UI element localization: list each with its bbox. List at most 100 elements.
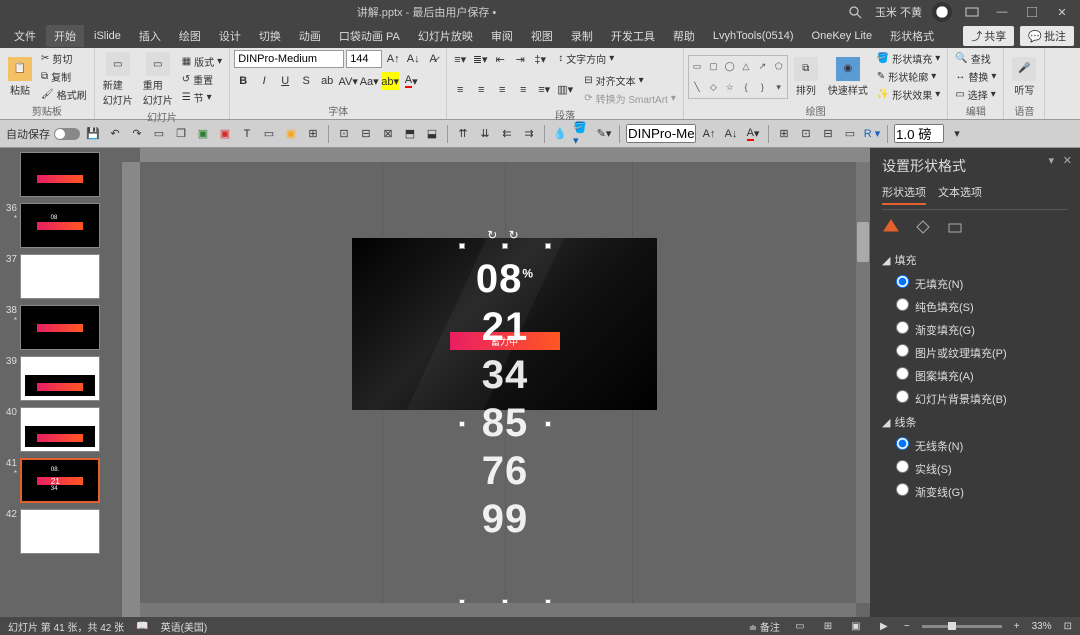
replace-button[interactable]: ↔ 替换 ▾ xyxy=(952,68,999,85)
font-size-input[interactable] xyxy=(346,50,382,68)
slide-thumbnail-panel[interactable]: 36*08 37 38* 39 40 41*08.2134 42 xyxy=(0,148,122,617)
fill-line-icon[interactable] xyxy=(882,218,900,236)
tab-developer[interactable]: 开发工具 xyxy=(603,25,663,47)
qat-icon-17[interactable]: ⇉ xyxy=(520,125,538,143)
qat-icon-22[interactable]: ⊟ xyxy=(819,125,837,143)
line-solid[interactable]: 实线(S) xyxy=(896,457,1068,480)
paste-button[interactable]: 📋粘贴 xyxy=(4,55,36,99)
line-gradient[interactable]: 渐变线(G) xyxy=(896,480,1068,503)
quickstyle-button[interactable]: ◉快速样式 xyxy=(824,55,872,99)
shadow-button[interactable]: ab xyxy=(318,72,336,90)
fill-none[interactable]: 无填充(N) xyxy=(896,272,1068,295)
qat-fontcolor-icon[interactable]: A▾ xyxy=(744,125,762,143)
sorter-view-icon[interactable]: ⊞ xyxy=(820,619,836,633)
tab-insert[interactable]: 插入 xyxy=(131,25,169,47)
fill-pattern[interactable]: 图案填充(A) xyxy=(896,364,1068,387)
tab-design[interactable]: 设计 xyxy=(211,25,249,47)
qat-icon-10[interactable]: ⊟ xyxy=(357,125,375,143)
slide-canvas[interactable]: 蓄力中 08% 21 34 85 76 99 ↻ ↻ xyxy=(122,148,870,617)
layout-button[interactable]: ▦ 版式 ▾ xyxy=(179,53,225,70)
tab-file[interactable]: 文件 xyxy=(6,25,44,47)
fill-gradient[interactable]: 渐变填充(G) xyxy=(896,318,1068,341)
strike-button[interactable]: S xyxy=(297,72,315,90)
tab-text-options[interactable]: 文本选项 xyxy=(938,184,982,205)
tab-slideshow[interactable]: 幻灯片放映 xyxy=(410,25,481,47)
slideshow-view-icon[interactable]: ▶ xyxy=(876,619,892,633)
line-none[interactable]: 无线条(N) xyxy=(896,434,1068,457)
qat-icon-13[interactable]: ⬓ xyxy=(423,125,441,143)
qat-fontsize-down-icon[interactable]: A↓ xyxy=(722,125,740,143)
spacing-button[interactable]: AV▾ xyxy=(339,72,357,90)
search-icon[interactable] xyxy=(845,2,865,22)
qat-icon-3[interactable]: ▣ xyxy=(194,125,212,143)
align-center-icon[interactable]: ≡ xyxy=(472,81,490,99)
user-avatar[interactable] xyxy=(932,2,952,22)
tab-view[interactable]: 视图 xyxy=(523,25,561,47)
slide-thumb[interactable] xyxy=(20,356,100,401)
align-text-button[interactable]: ⊟ 对齐文本 ▾ xyxy=(581,72,679,89)
minimize-icon[interactable]: — xyxy=(992,2,1012,22)
tab-pa[interactable]: 口袋动画 PA xyxy=(331,25,408,47)
arrange-button[interactable]: ⧉排列 xyxy=(790,55,822,99)
text-box[interactable]: 08% 21 34 85 76 99 xyxy=(467,255,543,543)
qat-stroke-input[interactable] xyxy=(894,124,944,143)
tab-home[interactable]: 开始 xyxy=(46,25,84,47)
select-button[interactable]: ▭ 选择 ▾ xyxy=(952,86,999,103)
qat-icon-21[interactable]: ⊡ xyxy=(797,125,815,143)
qat-icon-16[interactable]: ⇇ xyxy=(498,125,516,143)
qat-icon-1[interactable]: ▭ xyxy=(150,125,168,143)
indent-icon[interactable]: ⇥ xyxy=(511,50,529,68)
share-button[interactable]: ⤴ 共享 xyxy=(963,26,1014,46)
underline-button[interactable]: U xyxy=(276,72,294,90)
font-color-button[interactable]: A▾ xyxy=(402,72,420,90)
notes-button[interactable]: ≐ 备注 xyxy=(749,619,780,634)
zoom-in-icon[interactable]: + xyxy=(1014,621,1020,632)
tab-onekey[interactable]: OneKey Lite xyxy=(804,27,881,45)
language[interactable]: 英语(美国) xyxy=(161,619,208,634)
copy-button[interactable]: ⧉ 复制 xyxy=(38,68,90,85)
shape-outline-button[interactable]: ✎ 形状轮廓 ▾ xyxy=(874,68,943,85)
section-button[interactable]: ☰ 节 ▾ xyxy=(179,89,225,106)
decrease-font-icon[interactable]: A↓ xyxy=(404,50,422,68)
qat-icon-12[interactable]: ⬒ xyxy=(401,125,419,143)
outdent-icon[interactable]: ⇤ xyxy=(491,50,509,68)
tab-shape-options[interactable]: 形状选项 xyxy=(882,184,926,205)
numbering-icon[interactable]: ≣▾ xyxy=(471,50,489,68)
qat-icon-9[interactable]: ⊡ xyxy=(335,125,353,143)
dictate-button[interactable]: 🎤听写 xyxy=(1008,55,1040,99)
tab-lvyh[interactable]: LvyhTools(0514) xyxy=(705,27,802,45)
spellcheck-icon[interactable]: 📖 xyxy=(136,621,148,632)
qat-outline-icon[interactable]: ✎▾ xyxy=(595,125,613,143)
align-right-icon[interactable]: ≡ xyxy=(493,81,511,99)
qat-icon-11[interactable]: ⊠ xyxy=(379,125,397,143)
cut-button[interactable]: ✂ 剪切 xyxy=(38,50,90,67)
fill-section[interactable]: ◢ 填充 xyxy=(882,248,1068,272)
highlight-button[interactable]: ab▾ xyxy=(381,72,399,90)
maximize-icon[interactable] xyxy=(1022,2,1042,22)
qat-icon-7[interactable]: ▣ xyxy=(282,125,300,143)
qat-icon-20[interactable]: ⊞ xyxy=(775,125,793,143)
clear-format-icon[interactable]: A̷ xyxy=(424,50,442,68)
qat-icon-14[interactable]: ⇈ xyxy=(454,125,472,143)
zoom-level[interactable]: 33% xyxy=(1032,621,1052,632)
effects-icon[interactable] xyxy=(914,218,932,236)
slide-thumb[interactable] xyxy=(20,407,100,452)
qat-eyedrop-icon[interactable]: 💧 xyxy=(551,125,569,143)
qat-icon-6[interactable]: ▭ xyxy=(260,125,278,143)
tab-animations[interactable]: 动画 xyxy=(291,25,329,47)
qat-icon-2[interactable]: ❐ xyxy=(172,125,190,143)
panel-dropdown-icon[interactable]: ▾ xyxy=(1048,154,1054,167)
reuse-slide-button[interactable]: ▭重用 幻灯片 xyxy=(139,50,177,109)
reading-view-icon[interactable]: ▣ xyxy=(848,619,864,633)
qat-font-input[interactable] xyxy=(626,124,696,143)
size-icon[interactable] xyxy=(946,218,964,236)
columns-icon[interactable]: ▥▾ xyxy=(556,81,574,99)
normal-view-icon[interactable]: ▭ xyxy=(792,619,808,633)
qat-icon-5[interactable]: T xyxy=(238,125,256,143)
fit-window-icon[interactable]: ⊡ xyxy=(1064,621,1072,632)
autosave-toggle[interactable] xyxy=(54,128,80,140)
smartart-button[interactable]: ⟳ 转换为 SmartArt ▾ xyxy=(581,90,679,107)
text-direction-button[interactable]: ↕ 文字方向 ▾ xyxy=(555,50,617,67)
reset-button[interactable]: ↺ 重置 xyxy=(179,71,225,88)
comment-button[interactable]: 💬 批注 xyxy=(1020,26,1074,46)
